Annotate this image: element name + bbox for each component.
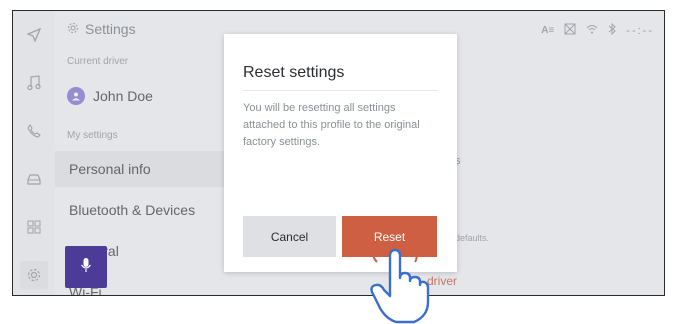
infotainment-screen: Settings Current driver John Doe My sett…	[12, 10, 665, 296]
dialog-message: You will be resetting all settings attac…	[243, 102, 420, 148]
voice-assistant-button[interactable]	[65, 246, 107, 288]
reset-settings-dialog: Reset settings You will be resetting all…	[224, 34, 457, 272]
tap-hand-icon	[370, 242, 430, 324]
cancel-button[interactable]: Cancel	[243, 216, 336, 257]
dialog-title: Reset settings	[243, 64, 345, 81]
microphone-icon	[80, 257, 92, 278]
dialog-divider	[243, 90, 438, 91]
